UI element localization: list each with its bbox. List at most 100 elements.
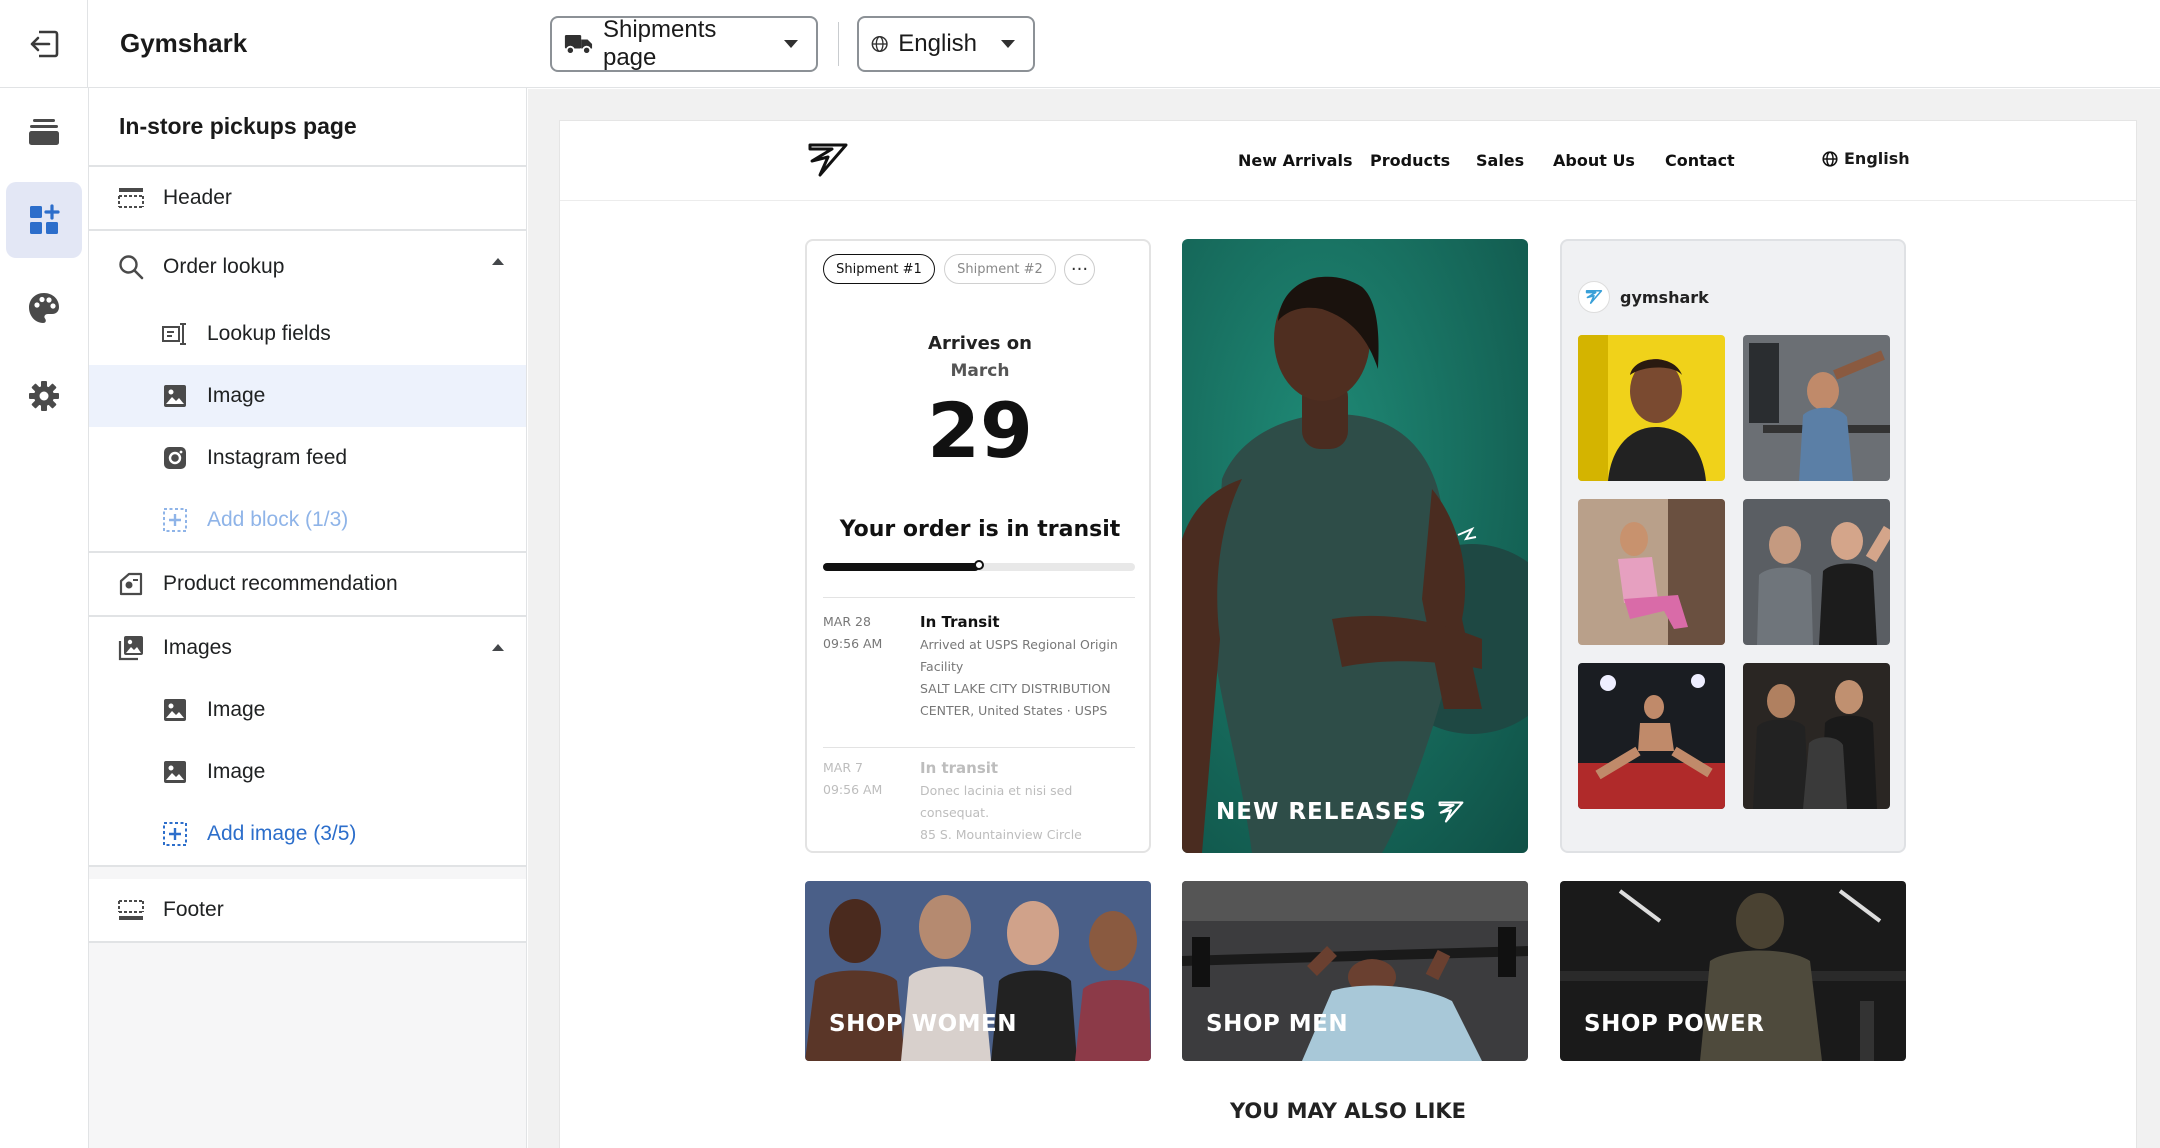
- store-preview: New Arrivals Products Sales About Us Con…: [560, 121, 2136, 1148]
- header-group: Header: [89, 167, 526, 231]
- shipment-tab-1[interactable]: Shipment #1: [823, 254, 935, 284]
- store-language-switch[interactable]: English: [1822, 149, 1910, 168]
- truck-icon: [564, 34, 593, 55]
- arrival-month: March: [950, 361, 1010, 381]
- sidebar-item-lookup-fields[interactable]: Lookup fields: [89, 303, 526, 365]
- sidebar-title: In-store pickups page: [89, 88, 526, 167]
- rail-sections-button[interactable]: [6, 94, 82, 170]
- more-shipments-button[interactable]: ···: [1064, 254, 1095, 285]
- instagram-post[interactable]: [1743, 663, 1890, 809]
- instagram-icon: [161, 444, 189, 472]
- gymshark-logo-icon: [1438, 801, 1464, 823]
- sidebar-item-header[interactable]: Header: [89, 167, 526, 229]
- sidebar-item-label: Footer: [163, 898, 224, 921]
- image-icon: [161, 696, 189, 724]
- app-title: Gymshark: [120, 28, 248, 58]
- product-tag-icon: [117, 570, 145, 598]
- shop-women-label: SHOP WOMEN: [829, 1011, 1018, 1037]
- event-details: In Transit Arrived at USPS Regional Orig…: [920, 611, 1145, 722]
- sections-sidebar: In-store pickups page Header Order looku…: [89, 88, 527, 1148]
- page-select-label: Shipments page: [602, 16, 717, 71]
- sidebar-item-instagram-feed[interactable]: Instagram feed: [89, 427, 526, 489]
- sidebar-item-order-lookup[interactable]: Order lookup: [89, 231, 526, 303]
- event-line: CENTER, United States · USPS: [920, 703, 1108, 718]
- event-datetime: MAR 7 09:56 AM: [823, 757, 903, 801]
- event-time: 09:56 AM: [823, 636, 883, 651]
- sidebar-item-label: Image: [207, 698, 266, 721]
- instagram-post[interactable]: [1578, 335, 1725, 481]
- event-line: Facility: [920, 659, 964, 674]
- progress-fill: [823, 563, 979, 571]
- instagram-post[interactable]: [1578, 499, 1725, 645]
- avatar: [1578, 281, 1610, 313]
- add-block-icon: [161, 506, 189, 534]
- event-title: In transit: [920, 759, 999, 777]
- language-select[interactable]: English: [857, 16, 1035, 72]
- nav-contact[interactable]: Contact: [1665, 151, 1735, 170]
- sidebar-item-label: Images: [163, 636, 232, 659]
- chevron-down-icon: [784, 40, 798, 48]
- sidebar-item-image[interactable]: Image: [89, 679, 526, 741]
- collapse-arrow-icon[interactable]: [492, 258, 504, 265]
- hero-title: NEW RELEASES: [1216, 799, 1465, 825]
- sidebar-item-label: Product recommendation: [163, 572, 398, 595]
- shipment-card: Shipment #1 Shipment #2 ··· Arrives on M…: [805, 239, 1151, 853]
- instagram-post[interactable]: [1743, 499, 1890, 645]
- shop-women-tile[interactable]: SHOP WOMEN: [805, 881, 1151, 1061]
- event-line: SALT LAKE CITY DISTRIBUTION: [920, 681, 1111, 696]
- add-block-button[interactable]: Add block (1/3): [89, 489, 526, 551]
- add-block-icon: [30, 204, 60, 234]
- event-date: MAR 7: [823, 760, 863, 775]
- nav-new-arrivals[interactable]: New Arrivals: [1238, 151, 1352, 170]
- exit-icon: [30, 30, 58, 58]
- event-line: consequat.: [920, 805, 990, 820]
- rail-theme-button[interactable]: [6, 270, 82, 346]
- progress-bar: [823, 560, 1135, 571]
- chevron-down-icon: [1001, 40, 1015, 48]
- gymshark-logo[interactable]: [806, 141, 850, 184]
- sidebar-item-product-recommendation[interactable]: Product recommendation: [89, 553, 526, 615]
- store-header: New Arrivals Products Sales About Us Con…: [560, 121, 2136, 201]
- instagram-profile[interactable]: gymshark: [1578, 281, 1709, 313]
- add-image-button[interactable]: Add image (3/5): [89, 803, 526, 865]
- rail-blocks-button[interactable]: [6, 182, 82, 258]
- sidebar-item-image[interactable]: Image: [89, 741, 526, 803]
- divider: [838, 22, 839, 66]
- shop-power-tile[interactable]: SHOP POWER: [1560, 881, 1906, 1061]
- event-details: In transit Donec lacinia et nisi sed con…: [920, 757, 1145, 846]
- arrival-day: 29: [927, 386, 1033, 475]
- progress-marker: [974, 560, 984, 570]
- exit-button[interactable]: [0, 0, 88, 88]
- nav-about-us[interactable]: About Us: [1553, 151, 1635, 170]
- instagram-post[interactable]: [1743, 335, 1890, 481]
- event-date: MAR 28: [823, 614, 871, 629]
- search-icon: [117, 253, 145, 281]
- shipment-tab-2[interactable]: Shipment #2: [944, 254, 1056, 284]
- shop-men-tile[interactable]: SHOP MEN: [1182, 881, 1528, 1061]
- nav-products[interactable]: Products: [1370, 151, 1450, 170]
- event-title: In Transit: [920, 613, 1000, 631]
- rail-settings-button[interactable]: [6, 358, 82, 434]
- sidebar-item-label: Image: [207, 760, 266, 783]
- globe-icon: [1822, 150, 1838, 167]
- sidebar-item-images[interactable]: Images: [89, 617, 526, 679]
- collapse-arrow-icon[interactable]: [492, 644, 504, 651]
- add-image-label: Add image (3/5): [207, 822, 357, 845]
- shop-power-label: SHOP POWER: [1584, 1011, 1765, 1037]
- header-layout-icon: [117, 184, 145, 212]
- divider: [823, 747, 1135, 748]
- sidebar-item-footer[interactable]: Footer: [89, 879, 526, 941]
- shop-men-label: SHOP MEN: [1206, 1011, 1349, 1037]
- new-releases-banner[interactable]: NEW RELEASES: [1182, 239, 1528, 853]
- event-time: 09:56 AM: [823, 782, 883, 797]
- sidebar-item-image[interactable]: Image: [89, 365, 526, 427]
- instagram-post[interactable]: [1578, 663, 1725, 809]
- product-recommendation-group: Product recommendation: [89, 553, 526, 617]
- divider: [823, 597, 1135, 598]
- event-line: Arrived at USPS Regional Origin: [920, 637, 1118, 652]
- sidebar-item-label: Header: [163, 186, 232, 209]
- sidebar-item-label: Order lookup: [163, 255, 285, 278]
- form-fields-icon: [161, 320, 189, 348]
- page-select[interactable]: Shipments page: [550, 16, 818, 72]
- nav-sales[interactable]: Sales: [1476, 151, 1524, 170]
